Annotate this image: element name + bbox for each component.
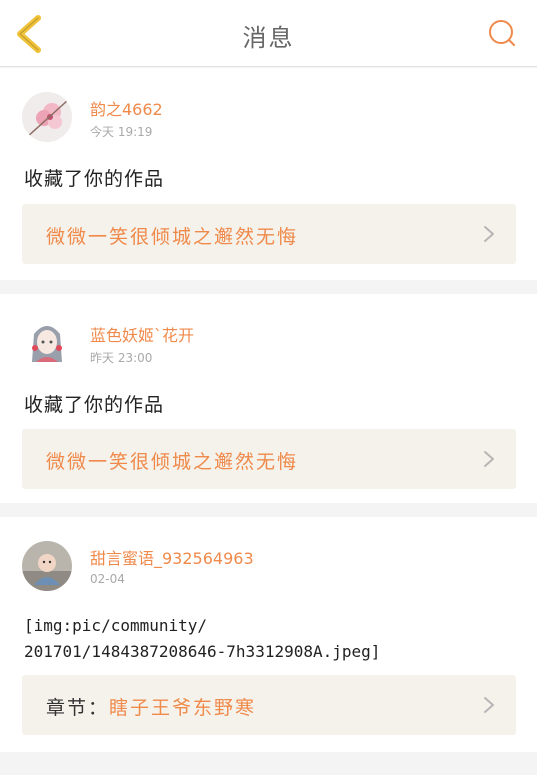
work-link[interactable]: 微微一笑很倾城之邂然无悔 bbox=[22, 204, 516, 264]
timestamp: 02-04 bbox=[90, 572, 125, 586]
chapter-link-text: 章节：瞎子王爷东野寒 bbox=[46, 693, 256, 720]
chapter-title: 瞎子王爷东野寒 bbox=[109, 697, 257, 719]
message-text: 收藏了你的作品 bbox=[24, 394, 165, 416]
chevron-right-icon bbox=[484, 451, 494, 467]
message-card: 韵之4662 今天 19:19 收藏了你的作品 微微一笑很倾城之邂然无悔 bbox=[0, 68, 537, 280]
avatar[interactable] bbox=[22, 92, 72, 142]
chevron-right-icon bbox=[484, 697, 494, 713]
message-line: [img:pic/community/ bbox=[24, 616, 208, 635]
anime-girl-avatar-image bbox=[22, 318, 72, 368]
chapter-link[interactable]: 章节：瞎子王爷东野寒 bbox=[22, 675, 516, 735]
avatar[interactable] bbox=[22, 541, 72, 591]
top-bar: 消息 bbox=[0, 0, 537, 67]
baby-photo-avatar-image bbox=[22, 541, 72, 591]
search-icon bbox=[489, 20, 515, 46]
message-text: 收藏了你的作品 bbox=[24, 168, 165, 190]
work-title: 微微一笑很倾城之邂然无悔 bbox=[46, 451, 299, 473]
username[interactable]: 韵之4662 bbox=[90, 96, 163, 120]
work-title: 微微一笑很倾城之邂然无悔 bbox=[46, 226, 299, 248]
work-link[interactable]: 微微一笑很倾城之邂然无悔 bbox=[22, 429, 516, 489]
cherry-blossom-avatar-image bbox=[22, 92, 72, 142]
chevron-right-icon bbox=[484, 226, 494, 242]
message-card: 蓝色妖姬`花开 昨天 23:00 收藏了你的作品 微微一笑很倾城之邂然无悔 bbox=[0, 294, 537, 503]
search-button[interactable] bbox=[487, 18, 517, 48]
message-text: [img:pic/community/ 201701/1484387208646… bbox=[24, 613, 380, 665]
page-title: 消息 bbox=[242, 24, 295, 52]
message-line: 201701/1484387208646-7h3312908A.jpeg] bbox=[24, 642, 381, 661]
timestamp: 昨天 23:00 bbox=[90, 351, 153, 365]
timestamp: 今天 19:19 bbox=[90, 125, 153, 139]
username[interactable]: 蓝色妖姬`花开 bbox=[90, 322, 194, 346]
chapter-label: 章节： bbox=[46, 697, 110, 719]
message-card: 甜言蜜语_932564963 02-04 [img:pic/community/… bbox=[0, 517, 537, 752]
username[interactable]: 甜言蜜语_932564963 bbox=[90, 545, 254, 569]
avatar[interactable] bbox=[22, 318, 72, 368]
